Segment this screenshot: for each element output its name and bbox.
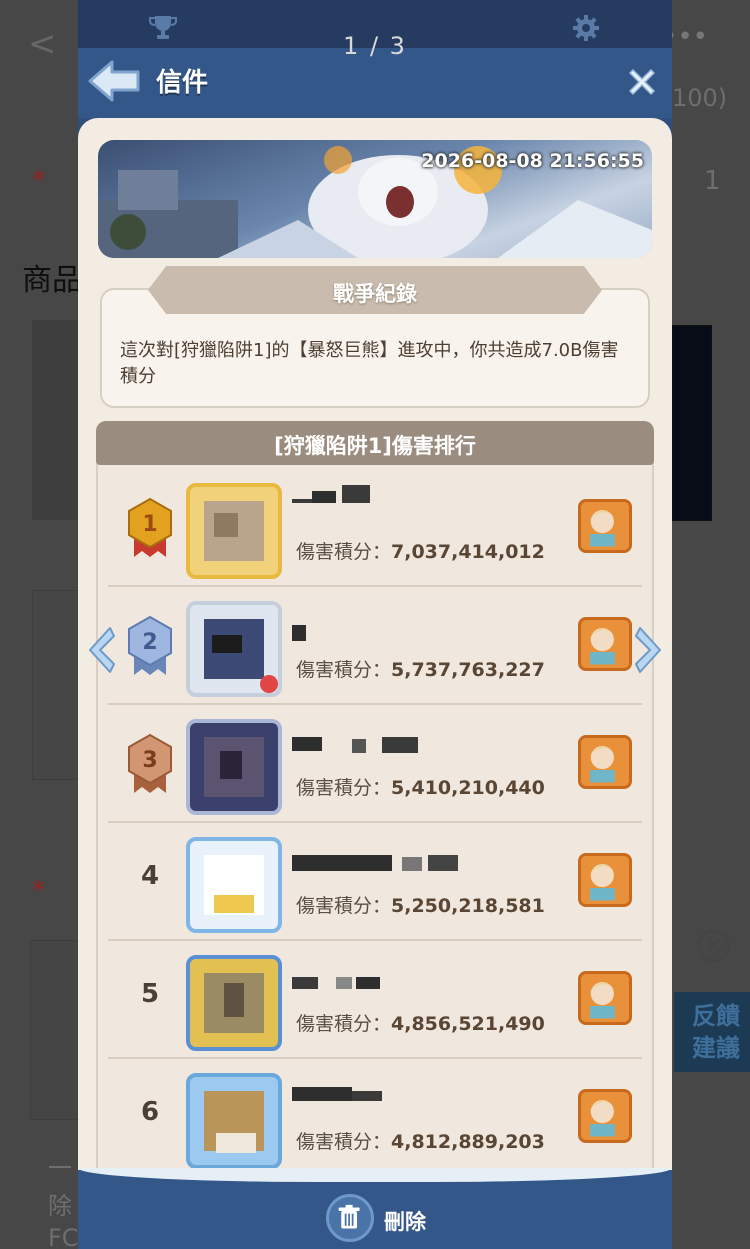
war-record-text: 這次對[狩獵陷阱1]的【暴怒巨熊】進攻中，你共造成7.0B傷害積分 bbox=[120, 340, 619, 387]
ranking-row[interactable]: 1 傷害積分：7,037,414,012 bbox=[108, 469, 642, 587]
medal-rank-text: 1 bbox=[142, 512, 157, 537]
back-arrow-icon[interactable] bbox=[86, 56, 144, 106]
delete-label[interactable]: 刪除 bbox=[384, 1206, 426, 1236]
delete-button[interactable] bbox=[326, 1194, 374, 1242]
avatar-pixel-block bbox=[214, 895, 254, 913]
player-avatar[interactable] bbox=[186, 719, 282, 815]
score-value: 4,856,521,490 bbox=[391, 1013, 545, 1035]
score-value: 5,737,763,227 bbox=[391, 659, 545, 681]
bg-fragment-100: 100) bbox=[672, 84, 728, 112]
avatar-pixel-block bbox=[224, 983, 244, 1017]
hero-avatar-icon[interactable] bbox=[578, 499, 632, 553]
avatar-pixel-block bbox=[220, 751, 242, 779]
score-value: 5,250,218,581 bbox=[391, 895, 545, 917]
player-avatar[interactable] bbox=[186, 837, 282, 933]
score-label: 傷害積分： bbox=[296, 659, 392, 681]
score-value: 4,812,889,203 bbox=[391, 1131, 545, 1153]
score-label: 傷害積分： bbox=[296, 541, 392, 563]
hero-avatar-icon[interactable] bbox=[578, 617, 632, 671]
player-name-redacted bbox=[292, 737, 418, 753]
feedback-label: 反饋 建議 bbox=[692, 1002, 740, 1062]
bg-required-star-2: * bbox=[32, 876, 45, 906]
next-arrow-icon[interactable] bbox=[632, 624, 666, 676]
player-avatar[interactable] bbox=[186, 483, 282, 579]
score-label: 傷害積分： bbox=[296, 777, 392, 799]
bg-required-star: * bbox=[32, 166, 45, 196]
mail-title: 信件 bbox=[156, 68, 209, 98]
bg-close-icon[interactable]: × bbox=[698, 930, 730, 962]
score-label: 傷害積分： bbox=[296, 895, 392, 917]
score-label: 傷害積分： bbox=[296, 1013, 392, 1035]
close-icon[interactable] bbox=[624, 64, 660, 100]
score-value: 5,410,210,440 bbox=[391, 777, 545, 799]
player-avatar[interactable] bbox=[186, 1073, 282, 1169]
mail-card: 2026-08-08 21:56:55 戰爭紀錄 這次對[狩獵陷阱1]的【暴怒巨… bbox=[78, 118, 672, 1183]
rank-number: 5 bbox=[140, 979, 160, 1009]
bronze-medal-icon: 3 bbox=[128, 733, 172, 793]
score-value: 7,037,414,012 bbox=[391, 541, 545, 563]
player-name-redacted bbox=[292, 1087, 382, 1101]
trash-icon bbox=[338, 1204, 360, 1229]
hero-avatar-icon[interactable] bbox=[578, 971, 632, 1025]
hero-avatar-icon[interactable] bbox=[578, 853, 632, 907]
ranking-row[interactable]: 6 傷害積分：4,812,889,203 bbox=[108, 1059, 642, 1177]
damage-score: 傷害積分：5,737,763,227 bbox=[296, 655, 545, 682]
silver-medal-icon: 2 bbox=[128, 615, 172, 675]
rank-number: 6 bbox=[140, 1097, 160, 1127]
mail-banner-image: 2026-08-08 21:56:55 bbox=[98, 140, 652, 258]
bg-fragment-line2: 除 bbox=[48, 1192, 72, 1220]
medal-rank-text: 2 bbox=[142, 630, 157, 655]
war-record-title: 戰爭紀錄 bbox=[333, 282, 417, 306]
hero-avatar-icon[interactable] bbox=[578, 1089, 632, 1143]
damage-score: 傷害積分：5,410,210,440 bbox=[296, 773, 545, 800]
bg-fragment-line1: 一 bbox=[48, 1154, 72, 1182]
player-name-redacted bbox=[292, 855, 458, 871]
damage-score: 傷害積分：7,037,414,012 bbox=[296, 537, 545, 564]
hero-avatar-icon[interactable] bbox=[578, 735, 632, 789]
rank-number: 4 bbox=[140, 861, 160, 891]
damage-score: 傷害積分：4,856,521,490 bbox=[296, 1009, 545, 1036]
ranking-row[interactable]: 4 傷害積分：5,250,218,581 bbox=[108, 823, 642, 941]
ranking-row[interactable]: 5 傷害積分：4,856,521,490 bbox=[108, 941, 642, 1059]
avatar-pixel-block bbox=[216, 1133, 256, 1153]
bg-fragment-1: 1 bbox=[704, 166, 721, 196]
ranking-title: [狩獵陷阱1]傷害排行 bbox=[274, 434, 476, 458]
bg-fragment-line3: FC bbox=[48, 1224, 79, 1249]
player-name-redacted bbox=[292, 485, 370, 503]
damage-score: 傷害積分：5,250,218,581 bbox=[296, 891, 545, 918]
feedback-button[interactable]: 反饋 建議 bbox=[674, 992, 750, 1072]
gold-medal-icon: 1 bbox=[128, 497, 172, 557]
player-avatar[interactable] bbox=[186, 955, 282, 1051]
ranking-row[interactable]: 3 傷害積分：5,410,210,440 bbox=[108, 705, 642, 823]
medal-rank-text: 3 bbox=[142, 748, 157, 773]
damage-score: 傷害積分：4,812,889,203 bbox=[296, 1127, 545, 1154]
avatar-pixel-block bbox=[214, 513, 238, 537]
mail-timestamp: 2026-08-08 21:56:55 bbox=[421, 150, 644, 172]
player-avatar[interactable] bbox=[186, 601, 282, 697]
player-name-redacted bbox=[292, 625, 306, 641]
page-counter: 1 / 3 bbox=[343, 32, 407, 60]
avatar-pixel-block bbox=[212, 635, 242, 653]
ranking-row[interactable]: 2 傷害積分：5,737,763,227 bbox=[108, 587, 642, 705]
avatar-badge bbox=[260, 675, 278, 693]
player-name-redacted bbox=[292, 977, 380, 989]
game-panel: 信件 2026-08-08 21:56:55 戰爭紀錄 這次對[狩獵陷阱1]的【… bbox=[78, 0, 672, 1249]
prev-arrow-icon[interactable] bbox=[84, 624, 118, 676]
score-label: 傷害積分： bbox=[296, 1131, 392, 1153]
